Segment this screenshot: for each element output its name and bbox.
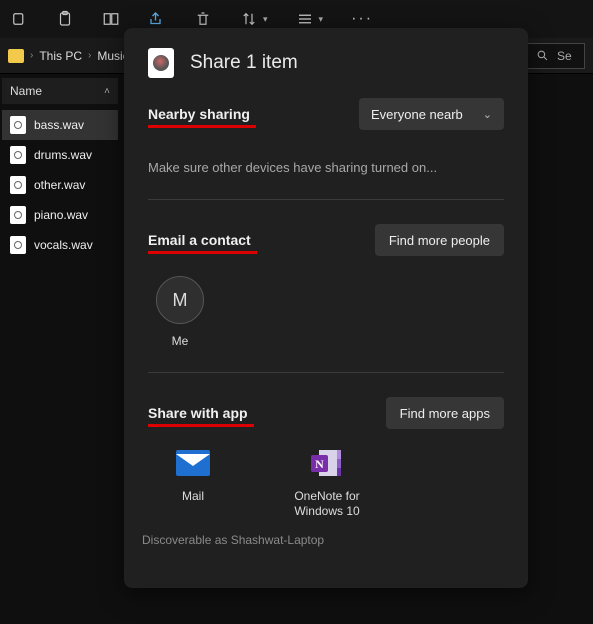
divider: [148, 199, 504, 200]
divider: [148, 372, 504, 373]
nearby-hint: Make sure other devices have sharing tur…: [148, 160, 504, 175]
nearby-scope-select[interactable]: Everyone nearb ⌄: [359, 98, 504, 130]
contact-name: Me: [172, 334, 189, 348]
audio-file-icon: [10, 116, 26, 134]
share-with-app-heading: Share with app: [148, 405, 248, 421]
folder-icon: [8, 49, 24, 63]
file-row[interactable]: bass.wav: [2, 110, 118, 140]
share-button[interactable]: [148, 10, 166, 28]
file-row[interactable]: drums.wav: [2, 140, 118, 170]
file-name: vocals.wav: [34, 238, 93, 252]
search-icon: [536, 49, 549, 62]
file-name: piano.wav: [34, 208, 88, 222]
share-title: Share 1 item: [190, 52, 298, 74]
file-thumbnail-icon: [148, 48, 174, 78]
audio-file-icon: [10, 236, 26, 254]
app-name: OneNote for Windows 10: [282, 489, 372, 519]
file-row[interactable]: other.wav: [2, 170, 118, 200]
view-button[interactable]: ▾: [296, 10, 324, 28]
file-row[interactable]: vocals.wav: [2, 230, 118, 260]
find-more-people-button[interactable]: Find more people: [375, 224, 504, 256]
chevron-down-icon: ▾: [319, 14, 324, 25]
audio-file-icon: [10, 146, 26, 164]
svg-text:N: N: [315, 457, 324, 471]
chevron-right-icon: ›: [88, 50, 91, 61]
chevron-down-icon: ▾: [263, 14, 268, 25]
share-footer: Discoverable as Shashwat-Laptop: [124, 519, 528, 561]
avatar: M: [156, 276, 204, 324]
contact-me[interactable]: M Me: [156, 276, 204, 348]
file-name: other.wav: [34, 178, 85, 192]
file-name: drums.wav: [34, 148, 92, 162]
more-button[interactable]: ···: [351, 10, 373, 28]
email-contact-heading: Email a contact: [148, 232, 251, 248]
app-name: Mail: [182, 489, 204, 504]
app-mail[interactable]: Mail: [148, 449, 238, 519]
search-input[interactable]: Se: [525, 43, 585, 69]
file-list: Name ˄ bass.wav drums.wav other.wav piano.w…: [0, 74, 120, 624]
layout-button[interactable]: [102, 10, 120, 28]
nearby-sharing-heading: Nearby sharing: [148, 106, 250, 122]
file-row[interactable]: piano.wav: [2, 200, 118, 230]
mail-icon: [176, 449, 210, 477]
chevron-down-icon: ⌄: [483, 108, 492, 121]
search-placeholder: Se: [557, 49, 572, 63]
share-dialog: Share 1 item Nearby sharing Everyone nea…: [124, 28, 528, 588]
nearby-scope-value: Everyone nearb: [371, 107, 463, 122]
share-header: Share 1 item: [124, 28, 528, 98]
column-header-name[interactable]: Name ˄: [2, 78, 118, 104]
onenote-icon: N: [310, 449, 344, 477]
delete-button[interactable]: [194, 10, 212, 28]
file-name: bass.wav: [34, 118, 84, 132]
audio-file-icon: [10, 206, 26, 224]
app-onenote[interactable]: N OneNote for Windows 10: [282, 449, 372, 519]
sort-button[interactable]: ▾: [240, 10, 268, 28]
paste-button[interactable]: [56, 10, 74, 28]
audio-file-icon: [10, 176, 26, 194]
copy-button[interactable]: [10, 10, 28, 28]
chevron-up-icon: ˄: [104, 86, 110, 97]
chevron-right-icon: ›: [30, 50, 33, 61]
column-label: Name: [10, 84, 42, 98]
breadcrumb-thispc[interactable]: This PC: [39, 49, 82, 63]
find-more-apps-button[interactable]: Find more apps: [386, 397, 504, 429]
